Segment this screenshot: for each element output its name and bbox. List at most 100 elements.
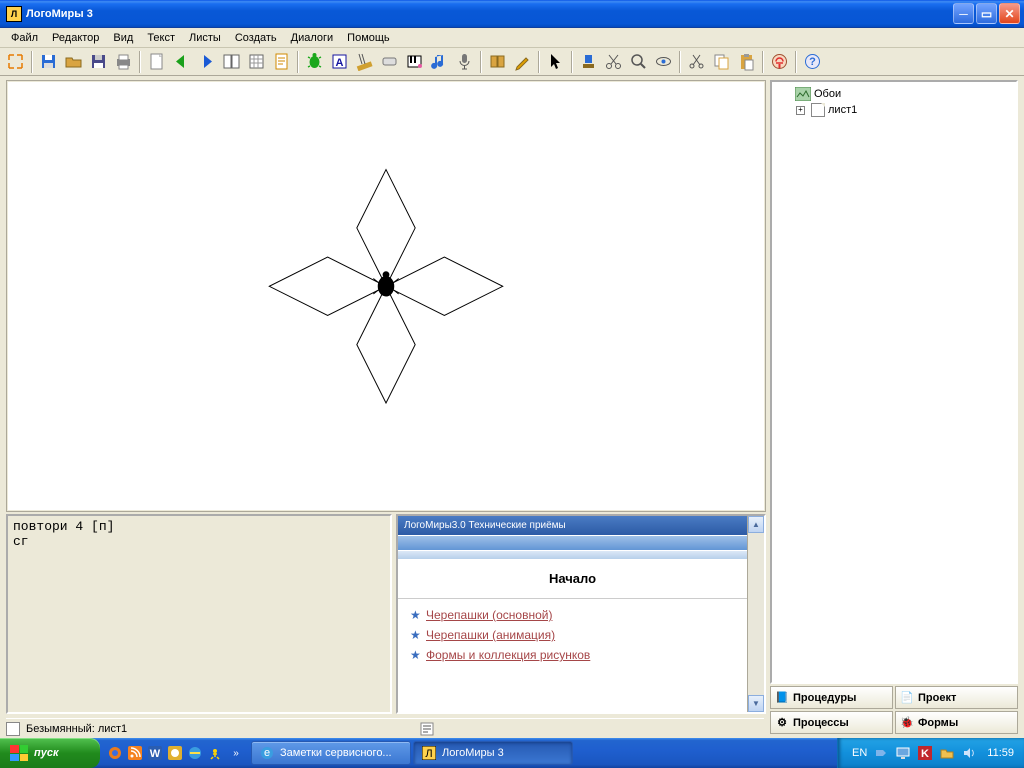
task-label: ЛогоМиры 3 <box>442 747 504 759</box>
task-icon: Л <box>422 746 436 760</box>
tb-stop-icon[interactable] <box>768 50 791 73</box>
page-icon <box>811 103 825 117</box>
language-indicator[interactable]: EN <box>852 747 867 759</box>
help-link-2[interactable]: Формы и коллекция рисунков <box>398 645 747 665</box>
tb-mic-icon[interactable] <box>453 50 476 73</box>
tray-speech-icon[interactable] <box>873 745 889 761</box>
help-stripe2 <box>398 551 747 559</box>
toolbar-separator <box>297 51 299 73</box>
tb-expand-icon[interactable] <box>4 50 27 73</box>
tb-grid-icon[interactable] <box>245 50 268 73</box>
tb-button-icon[interactable] <box>378 50 401 73</box>
tb-paste-icon[interactable] <box>735 50 758 73</box>
tree-child[interactable]: + лист1 <box>776 102 1012 118</box>
ql-firefox-icon[interactable] <box>106 743 124 763</box>
clock[interactable]: 11:59 <box>987 747 1014 759</box>
menu-помощь[interactable]: Помощь <box>340 30 397 46</box>
menu-редактор[interactable]: Редактор <box>45 30 106 46</box>
ql-chevrons-icon[interactable]: » <box>226 743 244 763</box>
tb-open-icon[interactable] <box>62 50 85 73</box>
drawing-canvas[interactable] <box>8 82 764 510</box>
tb-sheet-icon[interactable] <box>270 50 293 73</box>
command-panel[interactable]: повтори 4 [п] сг <box>6 514 392 714</box>
menu-файл[interactable]: Файл <box>4 30 45 46</box>
menu-текст[interactable]: Текст <box>140 30 182 46</box>
toolbar: A? <box>0 48 1024 76</box>
menu-листы[interactable]: Листы <box>182 30 228 46</box>
tb-music-icon[interactable] <box>403 50 426 73</box>
tb-disk-blue-icon[interactable] <box>37 50 60 73</box>
tb-stamp-icon[interactable] <box>577 50 600 73</box>
taskbar-task-1[interactable]: Л ЛогоМиры 3 <box>413 741 573 765</box>
maximize-button[interactable]: ▭ <box>976 3 997 24</box>
tray-monitor-icon[interactable] <box>895 745 911 761</box>
menu-создать[interactable]: Создать <box>228 30 284 46</box>
help-link-1[interactable]: Черепашки (анимация) <box>398 625 747 645</box>
start-label: пуск <box>34 747 59 759</box>
tb-dual-icon[interactable] <box>220 50 243 73</box>
menu-диалоги[interactable]: Диалоги <box>284 30 341 46</box>
scroll-down-button[interactable]: ▼ <box>748 695 764 712</box>
tray-volume-icon[interactable] <box>961 745 977 761</box>
taskbar-task-0[interactable]: eЗаметки сервисного... <box>251 741 411 765</box>
tb-copy-icon[interactable] <box>710 50 733 73</box>
toolbar-separator <box>139 51 141 73</box>
menu-вид[interactable]: Вид <box>106 30 140 46</box>
tb-turtle-icon[interactable] <box>303 50 326 73</box>
tb-scissors-icon[interactable] <box>602 50 625 73</box>
ql-word-icon[interactable]: W <box>146 743 164 763</box>
tb-cut-icon[interactable] <box>685 50 708 73</box>
tb-save-icon[interactable] <box>87 50 110 73</box>
tab-процедуры[interactable]: 📘Процедуры <box>770 686 893 709</box>
help-scrollbar[interactable]: ▲ ▼ <box>747 516 764 712</box>
window-title: ЛогоМиры 3 <box>26 8 951 20</box>
expand-icon[interactable]: + <box>796 106 805 115</box>
ql-outlook-icon[interactable] <box>166 743 184 763</box>
toolbar-separator <box>679 51 681 73</box>
toolbar-separator <box>571 51 573 73</box>
quick-launch: W » <box>100 738 250 768</box>
svg-text:?: ? <box>809 56 816 68</box>
tb-arrow-right-icon[interactable] <box>195 50 218 73</box>
toolbar-separator <box>31 51 33 73</box>
tb-arrow-left-icon[interactable] <box>170 50 193 73</box>
scroll-track[interactable] <box>748 533 764 695</box>
tab-процессы[interactable]: ⚙Процессы <box>770 711 893 734</box>
minimize-button[interactable]: ─ <box>953 3 974 24</box>
tb-pointer-icon[interactable] <box>544 50 567 73</box>
tab-icon: 📄 <box>900 691 914 705</box>
ql-ie-icon[interactable] <box>186 743 204 763</box>
tab-icon: 🐞 <box>900 716 914 730</box>
tab-формы[interactable]: 🐞Формы <box>895 711 1018 734</box>
project-tree[interactable]: Обои + лист1 <box>770 80 1018 684</box>
ql-aim-icon[interactable] <box>206 743 224 763</box>
toolbar-separator <box>762 51 764 73</box>
tb-note-icon[interactable] <box>428 50 451 73</box>
scroll-up-button[interactable]: ▲ <box>748 516 764 533</box>
status-right-icon <box>420 722 434 736</box>
close-button[interactable]: ✕ <box>999 3 1020 24</box>
ql-rss-icon[interactable] <box>126 743 144 763</box>
tab-icon: 📘 <box>775 691 789 705</box>
tb-book-icon[interactable] <box>486 50 509 73</box>
tb-help-icon[interactable]: ? <box>801 50 824 73</box>
tree-root[interactable]: Обои <box>776 86 1012 102</box>
system-tray: EN K 11:59 <box>837 738 1024 768</box>
bottom-panels: повтори 4 [п] сг ЛогоМиры3.0 Технические… <box>6 514 766 714</box>
tb-pencil-icon[interactable] <box>511 50 534 73</box>
tb-print-icon[interactable] <box>112 50 135 73</box>
tb-text-tool-icon[interactable]: A <box>328 50 351 73</box>
tb-eye-icon[interactable] <box>652 50 675 73</box>
help-section-title: Начало <box>398 559 747 599</box>
tab-проект[interactable]: 📄Проект <box>895 686 1018 709</box>
tb-lens-icon[interactable] <box>627 50 650 73</box>
help-link-0[interactable]: Черепашки (основной) <box>398 605 747 625</box>
tray-k-icon[interactable]: K <box>917 745 933 761</box>
tb-ruler-icon[interactable] <box>353 50 376 73</box>
command-text[interactable]: повтори 4 [п] сг <box>10 518 388 550</box>
start-button[interactable]: пуск <box>0 738 100 768</box>
window-titlebar: Л ЛогоМиры 3 ─ ▭ ✕ <box>0 0 1024 28</box>
tray-folder-icon[interactable] <box>939 745 955 761</box>
tb-new-page-icon[interactable] <box>145 50 168 73</box>
help-content: ЛогоМиры3.0 Технические приёмы Начало Че… <box>398 516 747 712</box>
